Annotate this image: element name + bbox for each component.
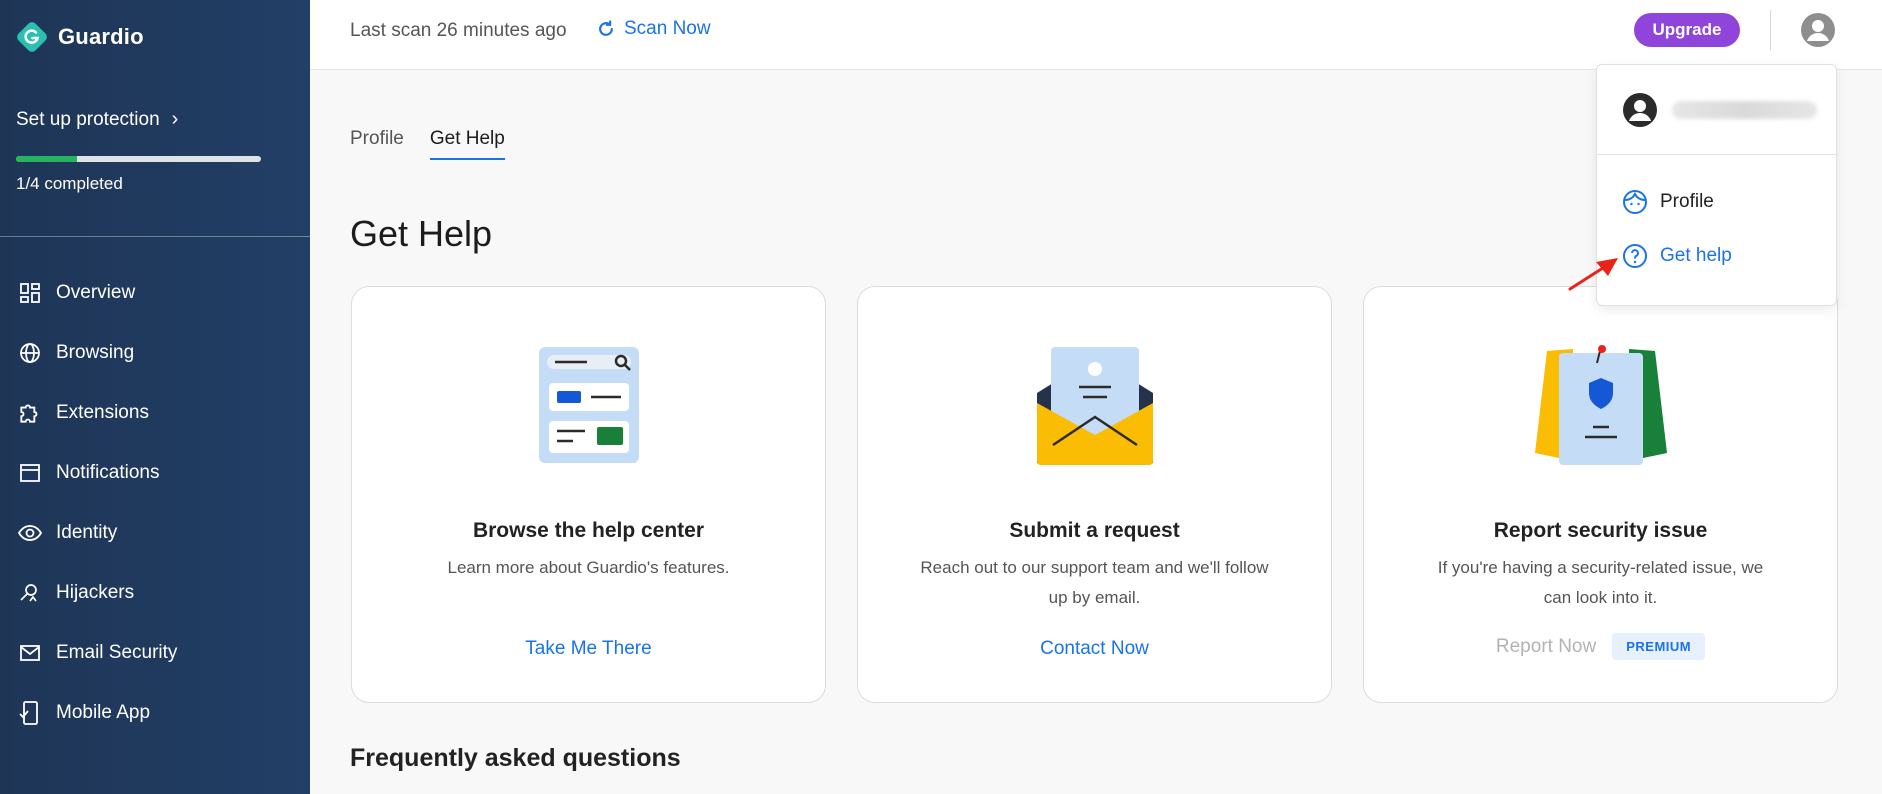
submit-request-card: Submit a request Reach out to our suppor… (857, 286, 1332, 703)
account-avatar-button[interactable] (1800, 12, 1836, 48)
eye-icon (16, 519, 44, 547)
report-security-card: Report security issue If you're having a… (1363, 286, 1838, 703)
tab-profile[interactable]: Profile (350, 128, 404, 160)
refresh-icon (599, 20, 613, 36)
envelope-illustration (1035, 345, 1155, 470)
page-tabs: Profile Get Help (350, 128, 531, 160)
report-now-link[interactable]: Report Now (1496, 636, 1596, 658)
security-report-illustration (1533, 345, 1669, 474)
sidebar-item-mobile-app[interactable]: Mobile App (0, 683, 310, 743)
faq-heading: Frequently asked questions (350, 744, 681, 772)
dropdown-item-profile[interactable]: Profile (1622, 189, 1714, 215)
sidebar-divider (0, 236, 310, 237)
sidebar-item-label: Hijackers (56, 582, 135, 603)
user-avatar-icon (1801, 13, 1835, 47)
phone-icon (16, 699, 44, 727)
contact-now-link[interactable]: Contact Now (858, 638, 1331, 660)
mail-icon (16, 639, 44, 667)
grid-icon (16, 279, 44, 307)
card-description: Learn more about Guardio's features. (447, 558, 730, 577)
setup-protection-link[interactable]: Set up protection › (16, 108, 178, 131)
question-circle-icon (1623, 244, 1647, 268)
globe-icon (16, 339, 44, 367)
sidebar-item-label: Identity (56, 522, 118, 543)
upgrade-button[interactable]: Upgrade (1634, 13, 1740, 47)
help-center-illustration (537, 345, 641, 470)
card-title: Submit a request (1009, 519, 1180, 542)
sidebar-item-label: Notifications (56, 462, 160, 483)
card-description: Reach out to our support team and we'll … (920, 558, 1269, 607)
page-title: Get Help (350, 213, 493, 254)
report-now-row: Report Now PREMIUM (1364, 633, 1837, 660)
card-title: Browse the help center (472, 519, 705, 542)
help-center-card: Browse the help center Learn more about … (351, 286, 826, 703)
sidebar-nav: Overview Browsing Extensions Notificatio… (0, 263, 310, 743)
sidebar-item-label: Email Security (56, 642, 178, 663)
dropdown-item-label: Get help (1660, 245, 1732, 266)
red-arrow-annotation (1568, 258, 1618, 291)
take-me-there-link[interactable]: Take Me There (352, 638, 825, 660)
browser-window-icon (16, 459, 44, 487)
app-name: Guardio (58, 24, 144, 49)
premium-badge: PREMIUM (1612, 633, 1706, 660)
user-avatar-icon (1623, 92, 1657, 127)
dropdown-item-get-help[interactable]: Get help (1622, 243, 1732, 269)
puzzle-icon (16, 399, 44, 427)
sidebar-item-notifications[interactable]: Notifications (0, 443, 310, 503)
sidebar-item-overview[interactable]: Overview (0, 263, 310, 323)
dropdown-user-row (1597, 65, 1836, 155)
setup-protection-label: Set up protection (16, 108, 160, 130)
sidebar-item-identity[interactable]: Identity (0, 503, 310, 563)
user-search-icon (16, 579, 44, 607)
tab-get-help[interactable]: Get Help (429, 128, 505, 160)
setup-completed-text: 1/4 completed (16, 174, 123, 193)
sidebar-item-email-security[interactable]: Email Security (0, 623, 310, 683)
sidebar-item-label: Mobile App (56, 702, 151, 723)
dropdown-item-label: Profile (1660, 191, 1714, 212)
card-description: If you're having a security-related issu… (1437, 558, 1764, 607)
guardio-logo-icon (16, 21, 48, 53)
logo[interactable]: Guardio (16, 21, 144, 53)
sidebar-item-label: Overview (56, 282, 136, 303)
user-name-blurred (1672, 100, 1817, 119)
card-title: Report security issue (1493, 519, 1708, 542)
sidebar-item-browsing[interactable]: Browsing (0, 323, 310, 383)
sidebar-item-label: Extensions (56, 402, 149, 423)
setup-progress-bar (16, 156, 261, 162)
face-icon (1623, 190, 1647, 214)
sidebar-item-label: Browsing (56, 342, 135, 363)
account-dropdown-menu: Profile Get help (1596, 64, 1837, 306)
sidebar: Guardio Set up protection › 1/4 complete… (0, 0, 310, 794)
sidebar-item-extensions[interactable]: Extensions (0, 383, 310, 443)
setup-progress-fill (16, 156, 78, 162)
scan-now-label: Scan Now (624, 18, 711, 39)
chevron-right-icon: › (171, 108, 179, 130)
last-scan-text: Last scan 26 minutes ago (350, 20, 567, 41)
sidebar-item-hijackers[interactable]: Hijackers (0, 563, 310, 623)
scan-now-button[interactable]: Scan Now (596, 18, 711, 40)
top-bar: Last scan 26 minutes ago Scan Now Upgrad… (310, 0, 1882, 70)
topbar-divider (1770, 10, 1771, 50)
